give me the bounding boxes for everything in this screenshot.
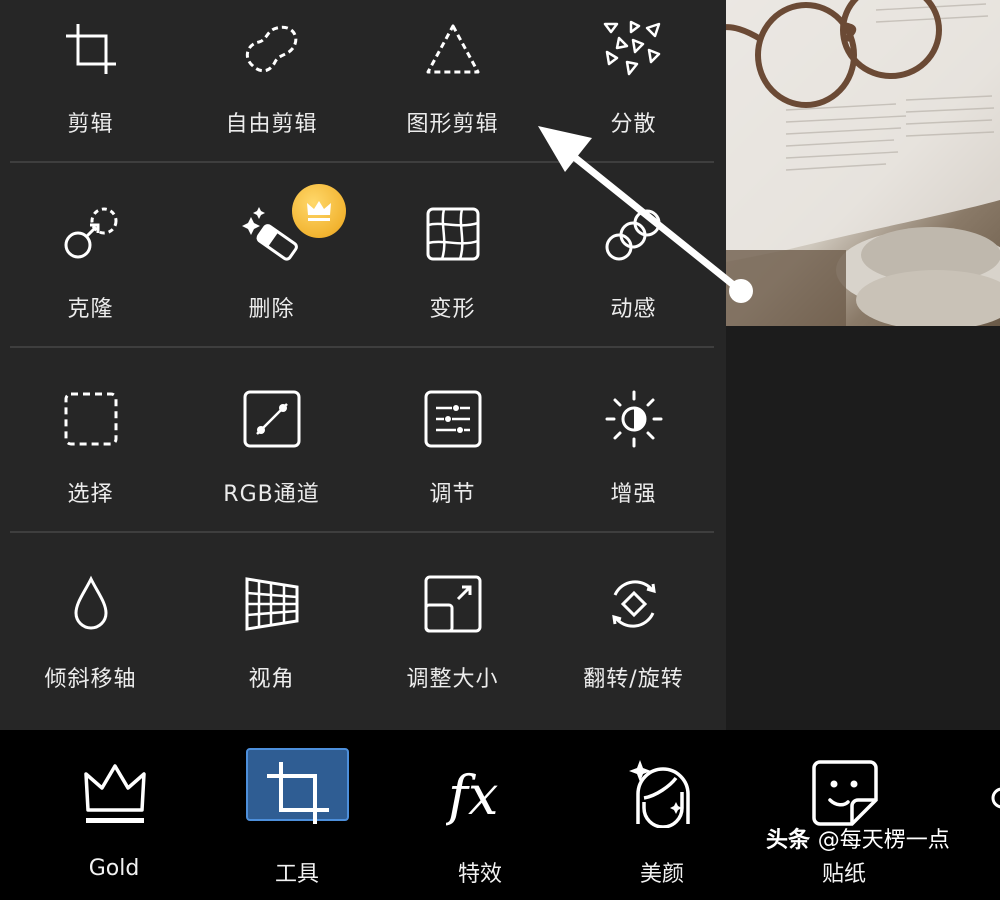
tool-row: 选择 RGB通道 调节 增强: [0, 348, 726, 533]
tool-row: 剪辑 自由剪辑 图形剪辑 分散: [0, 0, 726, 163]
tool-row: 倾斜移轴 视角 调整大小 翻转/旋转: [0, 533, 726, 718]
tab-tools[interactable]: 工具: [206, 730, 388, 900]
premium-badge: [292, 184, 346, 238]
photo-preview[interactable]: [726, 0, 1000, 326]
tool-label: RGB通道: [223, 482, 320, 507]
tool-select[interactable]: 选择: [0, 348, 181, 533]
tool-label: 视角: [248, 667, 295, 692]
tool-label: 增强: [610, 482, 657, 507]
tool-rgb-channel[interactable]: RGB通道: [181, 348, 362, 533]
sticker-icon: [812, 760, 878, 826]
tool-dispersion[interactable]: 分散: [543, 0, 724, 163]
tool-label: 翻转/旋转: [583, 667, 684, 692]
crop-icon: [267, 762, 329, 824]
tab-stickers[interactable]: 贴纸: [753, 730, 935, 900]
tool-shape-crop[interactable]: 图形剪辑: [362, 0, 543, 163]
tool-motion[interactable]: 动感: [543, 163, 724, 348]
image-canvas[interactable]: [726, 0, 1000, 730]
tool-label: 图形剪辑: [406, 112, 499, 137]
svg-text:fx: fx: [446, 764, 498, 827]
crown-icon: [307, 201, 331, 221]
flip-rotate-icon: [612, 580, 656, 628]
tool-label: 选择: [67, 482, 114, 507]
motion-icon: [605, 209, 661, 261]
tool-label: 分散: [610, 112, 657, 137]
watermark-brand: 头条: [766, 828, 811, 853]
tools-panel: 剪辑 自由剪辑 图形剪辑 分散 克隆 删除 变形 动感 选择 RGB通道 调节 …: [0, 0, 726, 730]
tab-label: 美颜: [639, 862, 684, 887]
watermark: 头条 @每天楞一点: [766, 822, 950, 854]
tab-effects[interactable]: fx 特效: [389, 730, 571, 900]
tool-label: 调节: [429, 482, 476, 507]
tool-label: 动感: [610, 297, 657, 322]
adjust-sliders-icon: [424, 390, 482, 448]
tab-label: Gold: [88, 856, 140, 881]
tool-adjust[interactable]: 调节: [362, 348, 543, 533]
crown-icon: [84, 764, 146, 823]
tool-label: 克隆: [67, 297, 114, 322]
tool-flip-rotate[interactable]: 翻转/旋转: [543, 533, 724, 718]
fx-icon: fx: [446, 764, 498, 827]
watermark-handle: @每天楞一点: [817, 828, 950, 853]
tool-freeform-crop[interactable]: 自由剪辑: [181, 0, 362, 163]
tool-label: 调整大小: [406, 667, 499, 692]
tool-perspective[interactable]: 视角: [181, 533, 362, 718]
shape-crop-icon: [426, 24, 480, 74]
partial-tab-icon[interactable]: [988, 784, 1000, 812]
tool-crop[interactable]: 剪辑: [0, 0, 181, 163]
warp-grid-icon: [426, 207, 480, 261]
tab-label: 工具: [274, 862, 319, 887]
tool-label: 倾斜移轴: [44, 667, 137, 692]
dispersion-icon: [603, 20, 661, 76]
tool-warp[interactable]: 变形: [362, 163, 543, 348]
crop-icon: [66, 24, 116, 74]
face-beauty-icon: [629, 760, 690, 828]
resize-icon: [424, 575, 482, 633]
tab-gold[interactable]: Gold: [23, 730, 205, 900]
tool-row: 克隆 删除 变形 动感: [0, 163, 726, 348]
tool-enhance[interactable]: 增强: [543, 348, 724, 533]
tool-resize[interactable]: 调整大小: [362, 533, 543, 718]
freeform-crop-icon: [245, 25, 298, 73]
tilt-shift-drop-icon: [74, 575, 108, 630]
tab-beauty[interactable]: 美颜: [571, 730, 753, 900]
tool-label: 自由剪辑: [225, 112, 318, 137]
tool-clone[interactable]: 克隆: [0, 163, 181, 348]
clone-icon: [64, 207, 118, 259]
curves-icon: [243, 390, 301, 448]
tab-label: 特效: [457, 862, 502, 887]
perspective-icon: [245, 577, 299, 631]
tool-label: 删除: [248, 297, 295, 322]
tool-tilt-shift[interactable]: 倾斜移轴: [0, 533, 181, 718]
tab-label: 贴纸: [821, 862, 866, 887]
tool-label: 剪辑: [67, 112, 114, 137]
tool-label: 变形: [429, 297, 476, 322]
selection-icon: [64, 392, 118, 446]
enhance-sun-icon: [605, 390, 663, 448]
